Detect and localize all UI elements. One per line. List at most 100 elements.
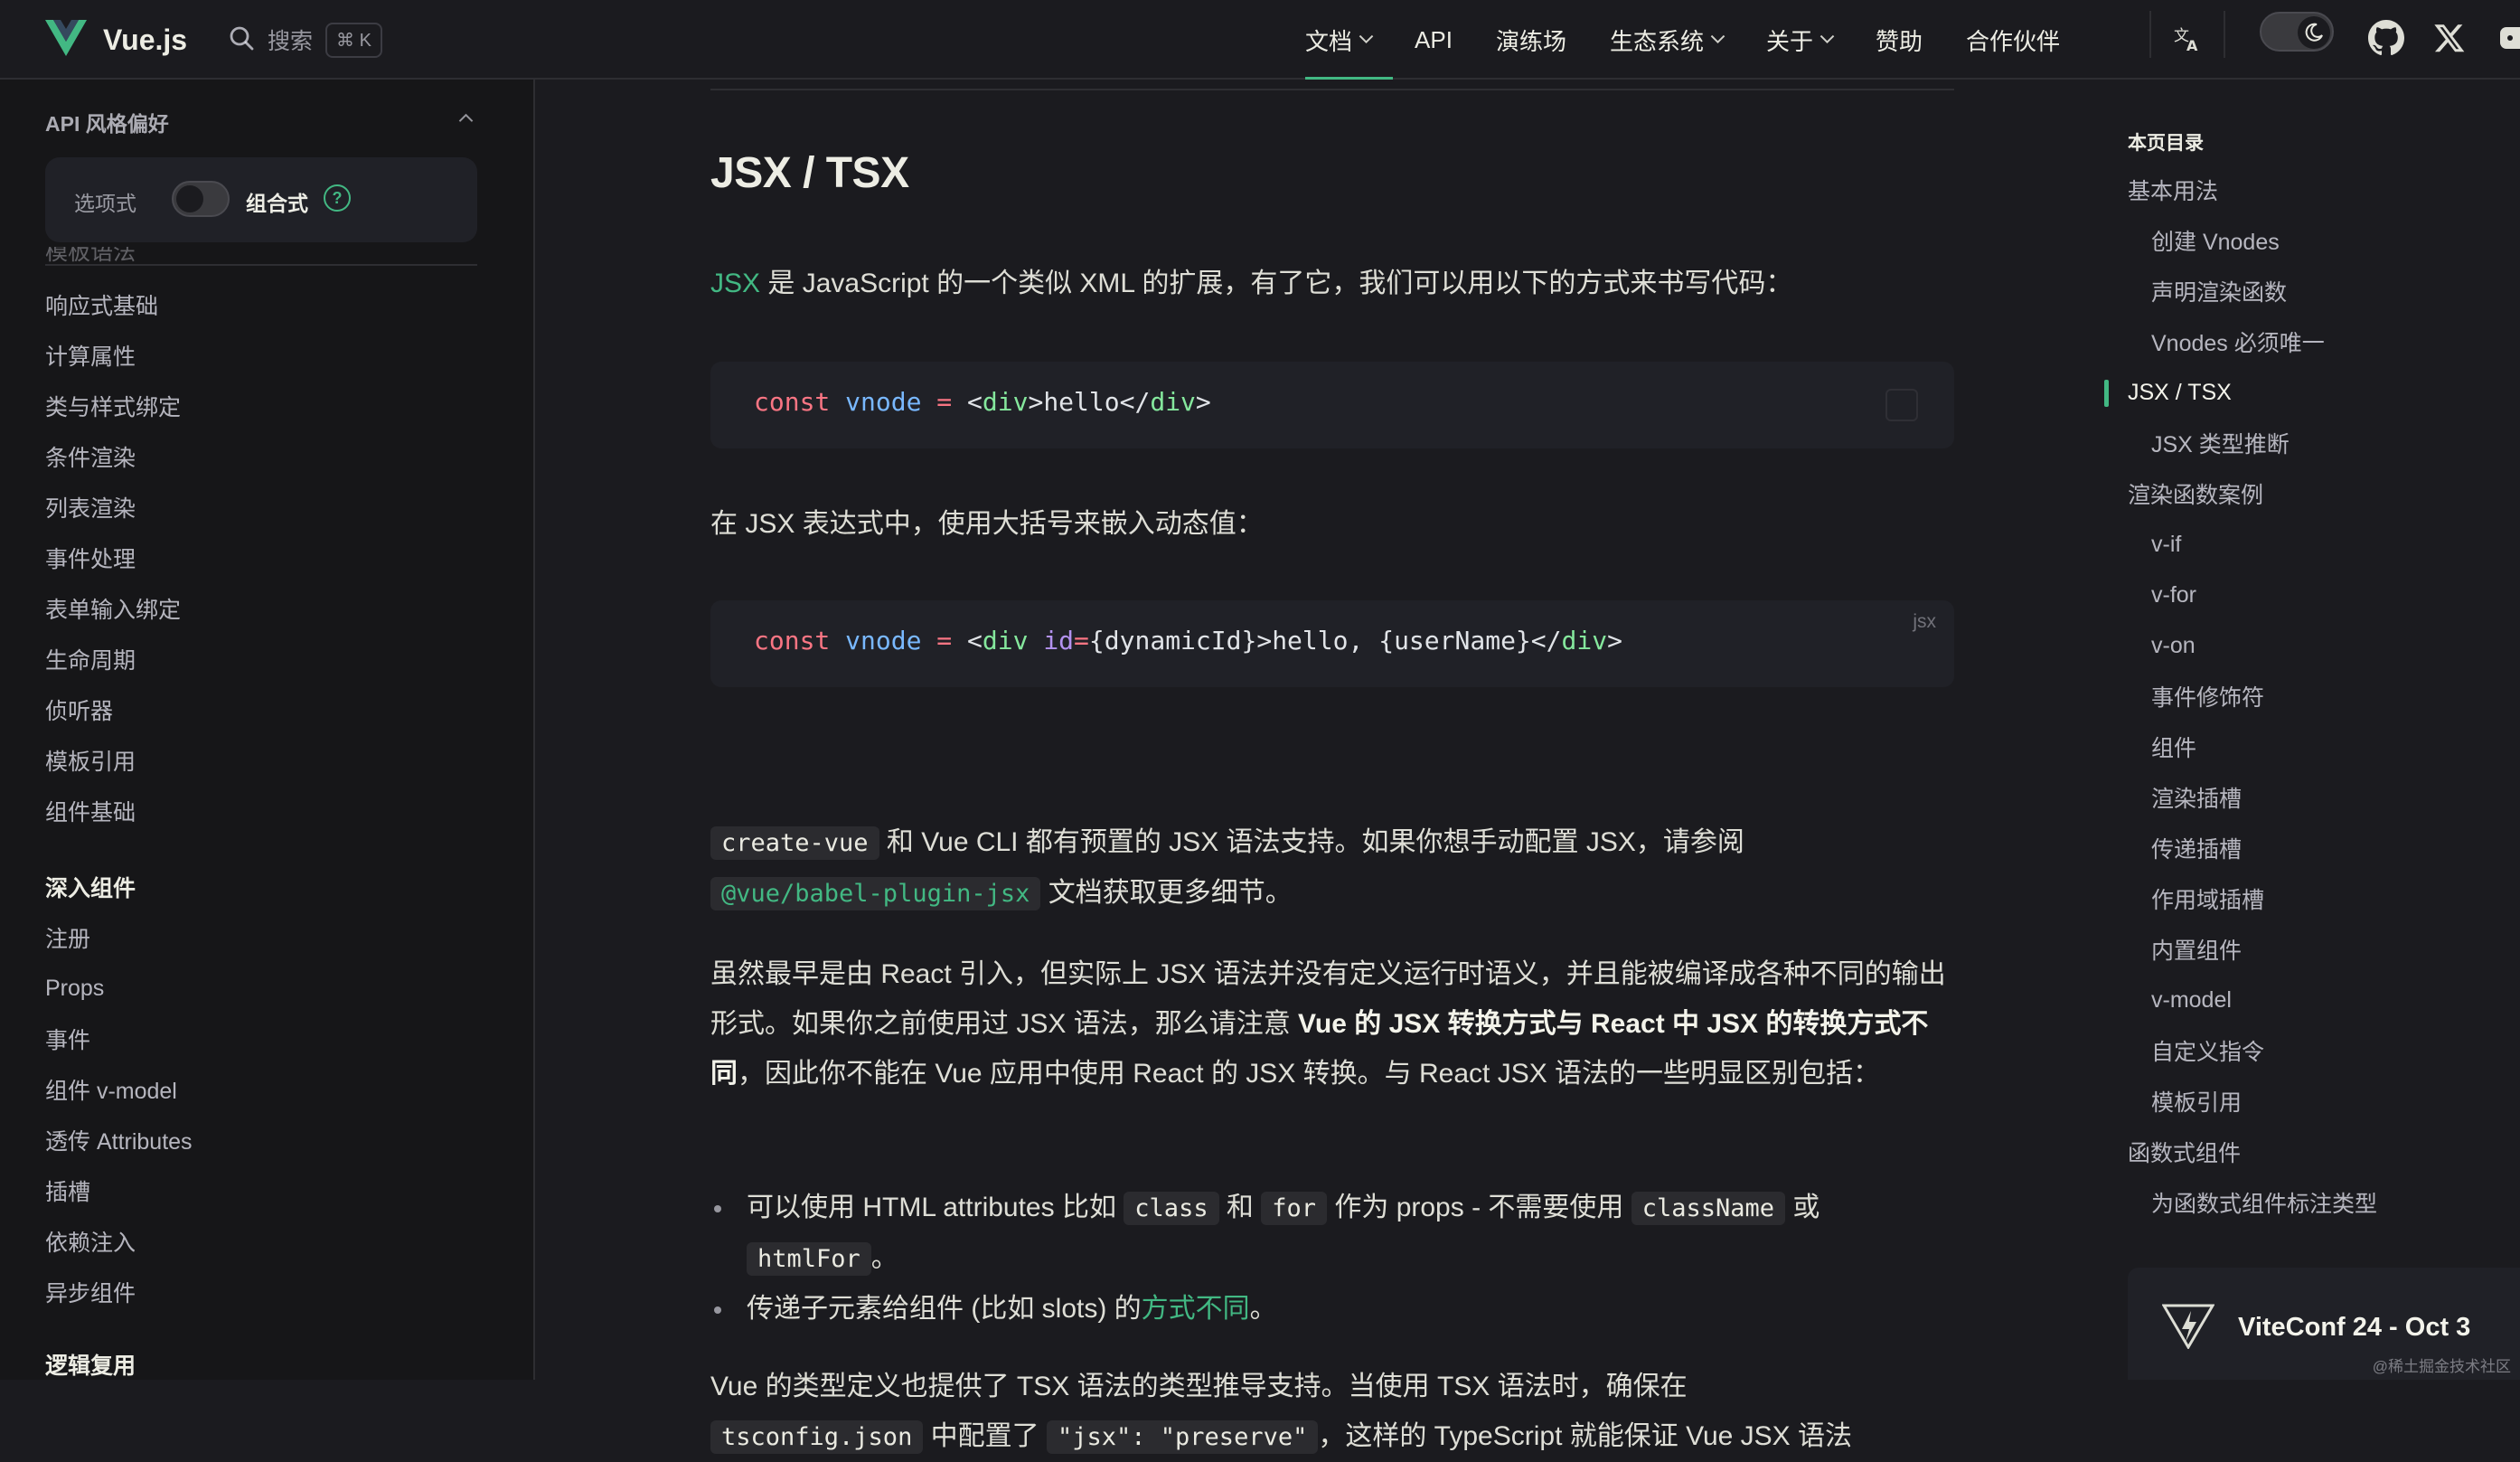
- sidebar-group-reusability: 逻辑复用: [45, 1339, 497, 1380]
- nav-docs[interactable]: 文档: [1284, 0, 1393, 80]
- options-api-label[interactable]: 选项式: [74, 186, 136, 217]
- sidebar-item-component-basics[interactable]: 组件基础: [45, 786, 497, 836]
- toc-item[interactable]: 为函数式组件标注类型: [2128, 1177, 2507, 1228]
- paragraph-text: 文档获取更多细节。: [1040, 878, 1292, 908]
- code-tag: div: [1150, 387, 1196, 417]
- sidebar-item-provide-inject[interactable]: 依赖注入: [45, 1216, 497, 1267]
- sidebar-item-props[interactable]: Props: [45, 963, 497, 1014]
- toc-item[interactable]: 渲染插槽: [2128, 772, 2507, 823]
- nav-about-label: 关于: [1766, 24, 1813, 57]
- copy-code-button[interactable]: [1885, 389, 1918, 421]
- code-keyword: const: [754, 387, 830, 417]
- sidebar-item-forms[interactable]: 表单输入绑定: [45, 583, 497, 634]
- api-style-switch[interactable]: [172, 181, 230, 217]
- nav-playground[interactable]: 演练场: [1474, 0, 1588, 80]
- toc-item[interactable]: v-on: [2128, 620, 2507, 671]
- toc-item[interactable]: Vnodes 必须唯一: [2128, 316, 2507, 367]
- code-keyword: const: [754, 626, 830, 656]
- inline-code: "jsx": "preserve": [1047, 1420, 1318, 1454]
- nav-about[interactable]: 关于: [1744, 0, 1854, 80]
- toc-title: 本页目录: [2128, 128, 2507, 165]
- help-icon[interactable]: ?: [324, 184, 351, 212]
- code-operator: =: [921, 387, 967, 417]
- list-text: 作为 props - 不需要使用: [1327, 1193, 1631, 1222]
- theme-toggle[interactable]: [2260, 12, 2334, 52]
- sidebar-item-list[interactable]: 列表渲染: [45, 482, 497, 533]
- search-button[interactable]: 搜索 ⌘ K: [228, 13, 382, 67]
- toc-item[interactable]: 事件修饰符: [2128, 671, 2507, 722]
- toc-item[interactable]: 函数式组件: [2128, 1127, 2507, 1177]
- toc-item[interactable]: 声明渲染函数: [2128, 266, 2507, 316]
- sidebar-item-template-syntax[interactable]: 模板语法: [45, 247, 497, 279]
- toc-item[interactable]: 模板引用: [2128, 1076, 2507, 1127]
- sidebar-item-v-model[interactable]: 组件 v-model: [45, 1064, 497, 1115]
- babel-plugin-jsx-link[interactable]: @vue/babel-plugin-jsx: [710, 877, 1040, 910]
- nav-partners-label: 合作伙伴: [1966, 24, 2060, 57]
- toc-item[interactable]: 自定义指令: [2128, 1025, 2507, 1076]
- watermark: @稀土掘金技术社区: [2373, 1354, 2511, 1376]
- paragraph-text: 是 JavaScript 的一个类似 XML 的扩展，有了它，我们可以用以下的方…: [760, 269, 1792, 298]
- sidebar-item-template-refs[interactable]: 模板引用: [45, 735, 497, 786]
- sidebar-item-reactivity[interactable]: 响应式基础: [45, 279, 497, 330]
- toc-item[interactable]: JSX / TSX: [2128, 367, 2507, 418]
- paragraph-text: ，因此你不能在 Vue 应用中使用 React 的 JSX 转换。与 React…: [738, 1059, 1880, 1089]
- code-lang-label: jsx: [1913, 611, 1936, 633]
- viteconf-text: ViteConf 24 - Oct 3: [2238, 1313, 2470, 1343]
- code-operator: =: [1074, 626, 1089, 656]
- sidebar-item-attrs[interactable]: 透传 Attributes: [45, 1115, 497, 1165]
- toc-item[interactable]: v-if: [2128, 519, 2507, 570]
- paragraph-differences: 虽然最早是由 React 引入，但实际上 JSX 语法并没有定义运行时语义，并且…: [710, 949, 1954, 1099]
- toc-item[interactable]: 基本用法: [2128, 165, 2507, 215]
- discord-link[interactable]: [2498, 13, 2520, 67]
- sidebar-item-watchers[interactable]: 侦听器: [45, 684, 497, 735]
- nav-api[interactable]: API: [1393, 0, 1474, 80]
- toc-item[interactable]: 渲染函数案例: [2128, 468, 2507, 519]
- toc-item[interactable]: 创建 Vnodes: [2128, 215, 2507, 266]
- nav-sponsor[interactable]: 赞助: [1854, 0, 1944, 80]
- toc-item[interactable]: 内置组件: [2128, 924, 2507, 975]
- inline-code: htmlFor: [747, 1242, 871, 1276]
- chevron-down-icon: [1359, 29, 1374, 43]
- code-variable: vnode: [845, 626, 921, 656]
- jsx-link[interactable]: JSX: [710, 269, 760, 298]
- sidebar-divider: [45, 264, 477, 266]
- create-vue-link[interactable]: create-vue: [710, 826, 879, 860]
- code-text: hello: [1043, 387, 1119, 417]
- brand-link[interactable]: Vue.js: [45, 13, 187, 67]
- sidebar-item-async[interactable]: 异步组件: [45, 1267, 497, 1317]
- chevron-up-icon[interactable]: [459, 114, 474, 128]
- sidebar-item-conditional[interactable]: 条件渲染: [45, 431, 497, 482]
- paragraph-jsx-intro: JSX 是 JavaScript 的一个类似 XML 的扩展，有了它，我们可以用…: [710, 259, 1954, 308]
- sidebar-item-class-style[interactable]: 类与样式绑定: [45, 381, 497, 431]
- github-link[interactable]: [2368, 13, 2404, 67]
- sidebar-item-registration[interactable]: 注册: [45, 912, 497, 963]
- nav-partners[interactable]: 合作伙伴: [1944, 0, 2082, 80]
- sidebar-item-lifecycle[interactable]: 生命周期: [45, 634, 497, 684]
- main-nav: 文档 API 演练场 生态系统 关于 赞助 合作伙伴: [1284, 0, 2082, 80]
- sidebar-item-slots[interactable]: 插槽: [45, 1165, 497, 1216]
- language-button[interactable]: 文A: [2173, 13, 2204, 67]
- page-title: JSX / TSX: [710, 148, 909, 198]
- inline-code: class: [1124, 1192, 1218, 1225]
- code-line: const vnode = <div>hello</div>: [754, 387, 1211, 417]
- toc-item[interactable]: 组件: [2128, 722, 2507, 772]
- brand-name: Vue.js: [103, 24, 187, 57]
- inline-code: className: [1631, 1192, 1785, 1225]
- toc-item[interactable]: 作用域插槽: [2128, 873, 2507, 924]
- toc-item[interactable]: 传递插槽: [2128, 823, 2507, 873]
- sidebar-item-events[interactable]: 事件处理: [45, 533, 497, 583]
- code-operator: =: [921, 626, 967, 656]
- x-link[interactable]: [2433, 13, 2466, 67]
- composition-api-label[interactable]: 组合式: [246, 186, 308, 217]
- search-icon: [228, 24, 255, 56]
- toc-item[interactable]: v-for: [2128, 570, 2507, 620]
- nav-ecosystem-label: 生态系统: [1610, 24, 1704, 57]
- search-label: 搜索: [268, 24, 313, 56]
- code-variable: vnode: [845, 387, 921, 417]
- nav-ecosystem[interactable]: 生态系统: [1588, 0, 1744, 80]
- toc-item[interactable]: JSX 类型推断: [2128, 418, 2507, 468]
- sidebar-item-component-events[interactable]: 事件: [45, 1014, 497, 1064]
- toc-item[interactable]: v-model: [2128, 975, 2507, 1025]
- slots-difference-link[interactable]: 方式不同: [1142, 1294, 1250, 1324]
- sidebar-item-computed[interactable]: 计算属性: [45, 330, 497, 381]
